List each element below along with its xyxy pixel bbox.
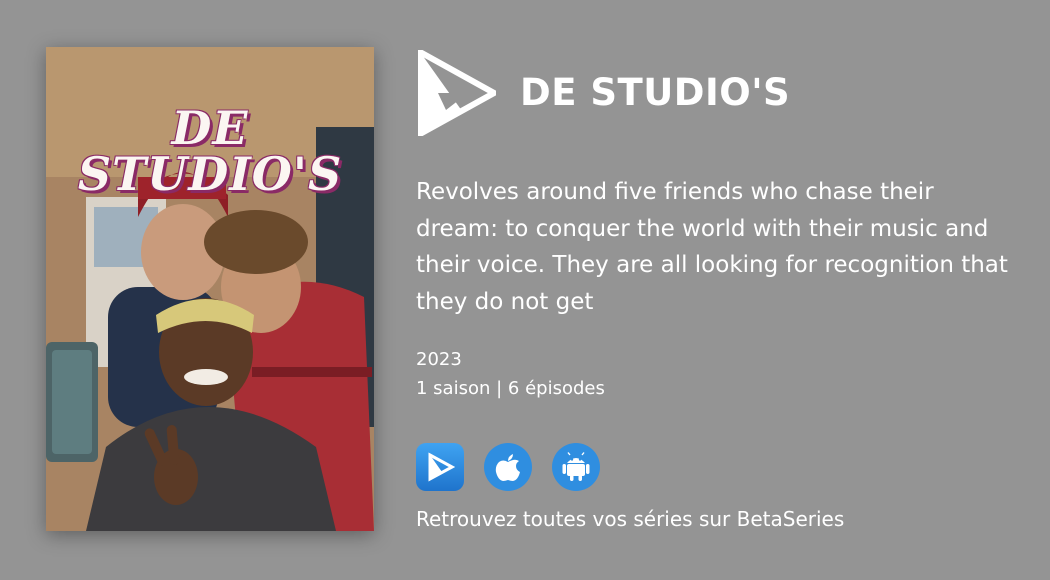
play-logo-icon (428, 452, 455, 482)
show-title: DE STUDIO'S (520, 71, 791, 114)
apple-icon[interactable] (484, 443, 532, 491)
apple-logo-icon (495, 454, 520, 481)
poster-title: DE STUDIO'S (77, 101, 343, 201)
android-robot-icon (562, 452, 590, 481)
seasons-episodes: 1 saison | 6 épisodes (416, 378, 605, 399)
show-description: Revolves around five friends who chase t… (416, 179, 1008, 315)
show-poster: DE STUDIO'S (46, 47, 374, 531)
footer-tagline: Retrouvez toutes vos séries sur BetaSeri… (416, 507, 845, 531)
android-icon[interactable] (552, 443, 600, 491)
betaseries-app-icon[interactable] (416, 443, 464, 491)
betaseries-play-logo-icon (418, 50, 496, 136)
release-year: 2023 (416, 349, 462, 370)
